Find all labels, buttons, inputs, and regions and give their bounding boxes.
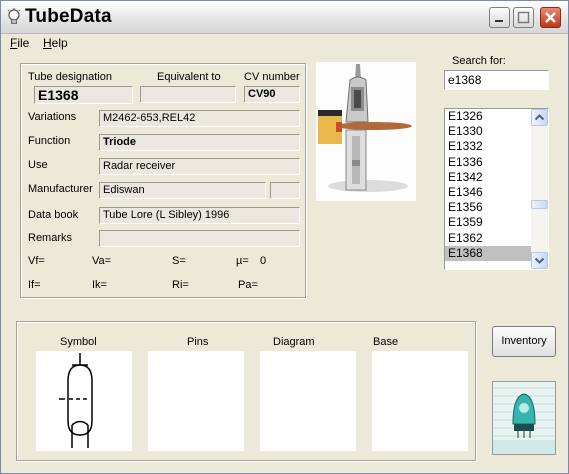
remarks-field[interactable] bbox=[99, 230, 300, 247]
minimize-button[interactable] bbox=[489, 7, 510, 28]
equivalent-label: Equivalent to bbox=[157, 71, 221, 83]
app-window: TubeData File Help Tube designation Equi… bbox=[0, 0, 569, 474]
cv-number-field[interactable]: CV90 bbox=[244, 86, 300, 103]
tube-designation-field[interactable]: E1368 bbox=[34, 86, 133, 104]
minimize-icon bbox=[495, 20, 503, 22]
tube-list[interactable]: E1326 E1330 E1332 E1336 E1342 E1346 E135… bbox=[444, 108, 549, 270]
symbol-heading: Symbol bbox=[60, 336, 97, 348]
menu-file[interactable]: File bbox=[10, 36, 29, 50]
maximize-button[interactable] bbox=[513, 7, 534, 28]
ik-param: Ik= bbox=[92, 279, 107, 291]
tube-photo bbox=[316, 62, 416, 201]
lightbulb-icon bbox=[7, 8, 21, 24]
pins-box bbox=[148, 351, 244, 451]
search-input[interactable]: e1368 bbox=[444, 70, 549, 90]
databook-field[interactable]: Tube Lore (L Sibley) 1996 bbox=[99, 207, 300, 224]
databook-label: Data book bbox=[28, 209, 79, 221]
remarks-label: Remarks bbox=[28, 232, 73, 244]
manufacturer-label: Manufacturer bbox=[28, 183, 93, 195]
menu-file-label: ile bbox=[17, 36, 30, 50]
manufacturer-extra-field[interactable] bbox=[270, 182, 300, 199]
cv-number-label: CV number bbox=[244, 71, 300, 83]
use-label: Use bbox=[28, 159, 48, 171]
title-bar[interactable]: TubeData bbox=[1, 1, 568, 34]
tube-photo-image bbox=[316, 62, 416, 201]
diagram-heading: Diagram bbox=[273, 336, 315, 348]
menu-help-mnemonic: H bbox=[43, 36, 52, 50]
list-scrollbar[interactable] bbox=[531, 109, 548, 269]
use-field[interactable]: Radar receiver bbox=[99, 158, 300, 175]
close-button[interactable] bbox=[540, 7, 561, 28]
scroll-up-icon bbox=[534, 114, 545, 121]
symbol-box bbox=[36, 351, 132, 451]
va-param: Va= bbox=[92, 255, 112, 267]
equivalent-field[interactable] bbox=[140, 86, 236, 103]
images-group: Symbol Pins Diagram Base bbox=[16, 321, 476, 461]
menu-help[interactable]: Help bbox=[43, 36, 68, 50]
s-param: S= bbox=[172, 255, 186, 267]
close-icon bbox=[545, 12, 556, 23]
triode-symbol-icon bbox=[59, 353, 93, 448]
maximize-icon bbox=[517, 11, 530, 24]
menu-bar: File Help bbox=[1, 34, 568, 53]
diagram-box bbox=[260, 351, 356, 451]
menu-help-label: elp bbox=[51, 36, 68, 50]
pins-heading: Pins bbox=[187, 336, 209, 348]
vf-param: Vf= bbox=[28, 255, 45, 267]
function-field[interactable]: Triode bbox=[99, 134, 300, 151]
base-heading: Base bbox=[373, 336, 399, 348]
scroll-down-button[interactable] bbox=[531, 252, 548, 269]
scroll-down-icon bbox=[534, 257, 545, 264]
pa-param: Pa= bbox=[238, 279, 258, 291]
mu-param: µ= bbox=[236, 255, 249, 267]
search-label: Search for: bbox=[452, 55, 506, 67]
window-title: TubeData bbox=[25, 6, 112, 27]
inventory-button[interactable]: Inventory bbox=[492, 326, 556, 357]
base-box bbox=[372, 351, 468, 451]
manufacturer-field[interactable]: Ediswan bbox=[99, 182, 266, 199]
tube-designation-label: Tube designation bbox=[28, 71, 112, 83]
variations-label: Variations bbox=[28, 111, 77, 123]
mu-value: 0 bbox=[260, 255, 267, 267]
scroll-up-button[interactable] bbox=[531, 109, 548, 126]
function-label: Function bbox=[28, 135, 71, 147]
if-param: If= bbox=[28, 279, 41, 291]
ri-param: Ri= bbox=[172, 279, 189, 291]
tube-logo-icon bbox=[493, 382, 555, 454]
variations-field[interactable]: M2462-653,REL42 bbox=[99, 110, 300, 127]
tube-logo[interactable] bbox=[492, 381, 556, 455]
scroll-thumb[interactable] bbox=[531, 200, 548, 209]
